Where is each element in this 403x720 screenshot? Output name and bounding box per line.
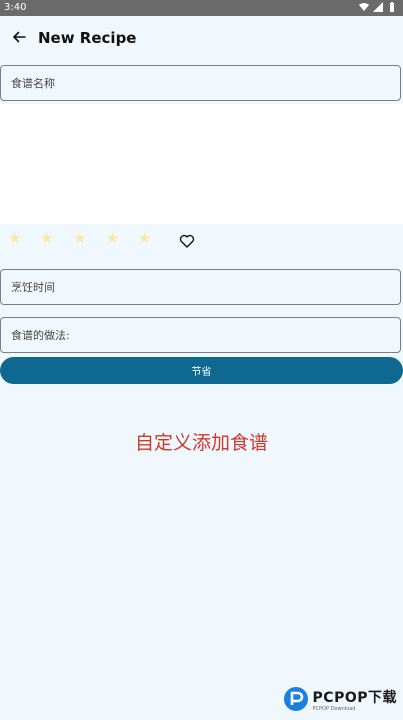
app-bar: New Recipe	[0, 16, 403, 62]
rating-star-1[interactable]: ★	[8, 231, 21, 246]
rating-star-2[interactable]: ★	[40, 231, 53, 246]
signal-icon	[373, 2, 383, 12]
cook-time-input[interactable]	[1, 270, 400, 304]
status-icons	[359, 2, 397, 12]
page-title: New Recipe	[38, 29, 137, 47]
watermark: PCPOP下载 PCPOP Download	[283, 684, 397, 714]
status-time: 3:40	[4, 2, 27, 13]
wifi-icon	[359, 3, 369, 11]
recipe-image-area[interactable]	[0, 104, 403, 224]
method-input[interactable]	[1, 318, 400, 352]
rating-star-5[interactable]: ★	[138, 231, 151, 246]
heart-outline-icon[interactable]	[179, 233, 195, 249]
recipe-name-field[interactable]	[0, 65, 401, 101]
watermark-brand: PCPOP下载	[312, 689, 397, 706]
rating-row: ★ ★ ★ ★ ★	[0, 228, 403, 254]
rating-star-4[interactable]: ★	[106, 231, 119, 246]
save-button[interactable]: 节省	[0, 357, 403, 384]
watermark-sub: PCPOP Download	[312, 705, 356, 712]
cook-time-field[interactable]	[0, 269, 401, 305]
watermark-text: PCPOP下载 PCPOP Download	[313, 687, 397, 712]
back-button[interactable]	[8, 26, 30, 48]
status-bar: 3:40	[0, 0, 403, 16]
promo-caption: 自定义添加食谱	[134, 432, 268, 454]
battery-icon	[390, 2, 394, 12]
arrow-left-icon	[13, 31, 26, 43]
recipe-name-input[interactable]	[1, 66, 400, 100]
pcpop-logo-icon	[283, 687, 308, 711]
method-field[interactable]	[0, 317, 401, 353]
rating-star-3[interactable]: ★	[73, 231, 86, 246]
